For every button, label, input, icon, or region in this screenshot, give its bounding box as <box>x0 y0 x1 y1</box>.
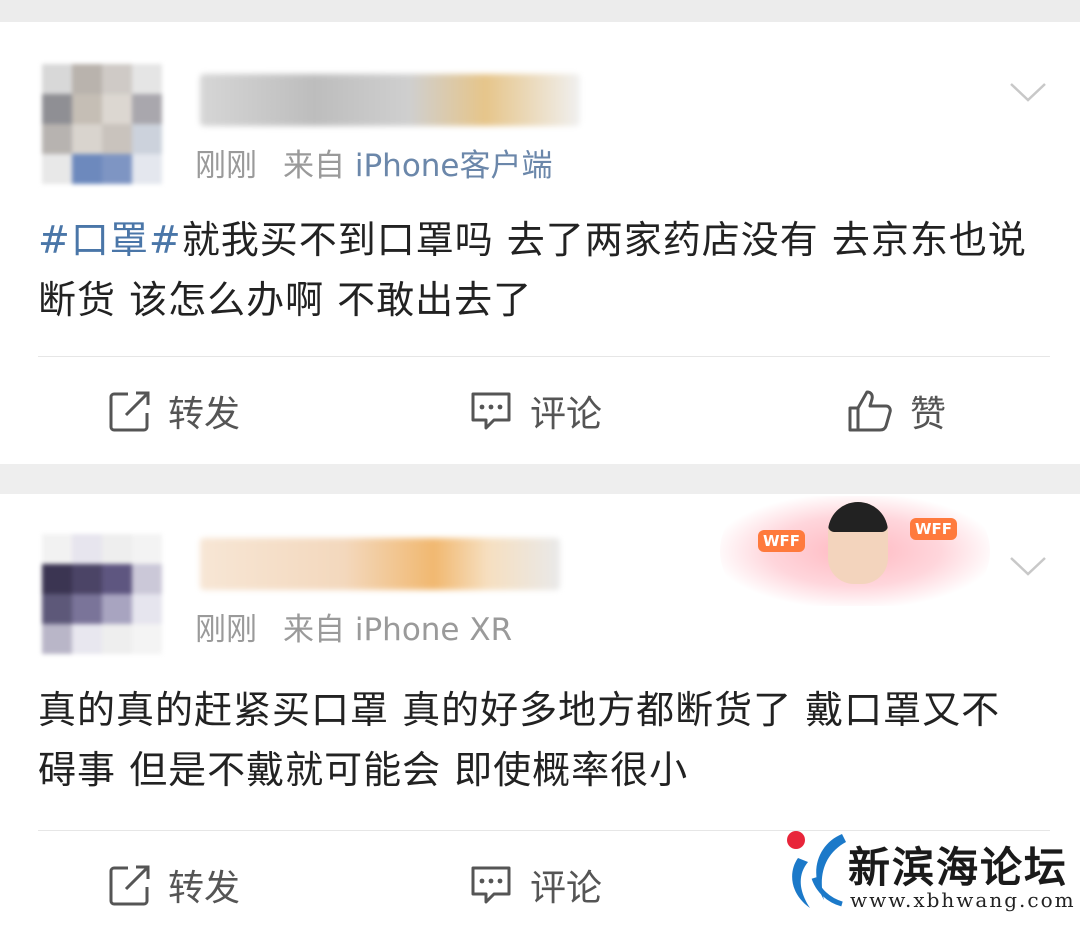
site-watermark: 新滨海论坛 www.xbhwang.com <box>784 828 1074 928</box>
repost-icon <box>109 391 150 432</box>
badge-text: WFF <box>910 518 958 540</box>
source-device: iPhone XR <box>354 612 513 648</box>
post-card[interactable]: 刚刚 来自 iPhone客户端 #口罩#就我买不到口罩吗 去了两家药店没有 去京东… <box>0 22 1080 464</box>
chevron-down-icon[interactable] <box>1008 80 1048 104</box>
post-time: 刚刚 <box>195 148 257 184</box>
hashtag-link[interactable]: #口罩# <box>38 218 182 262</box>
post-content: #口罩#就我买不到口罩吗 去了两家药店没有 去京东也说断货 该怎么办啊 不敢出去… <box>38 210 1038 330</box>
top-separator <box>0 0 1080 22</box>
divider <box>38 356 1050 357</box>
badge-portrait <box>828 502 888 584</box>
post-text: 真的真的赶紧买口罩 真的好多地方都断货了 戴口罩又不碍事 但是不戴就可能会 即使… <box>38 688 1001 792</box>
repost-button[interactable]: 转发 <box>108 850 240 920</box>
source-device-link[interactable]: iPhone客户端 <box>355 148 553 184</box>
like-label: 赞 <box>910 394 947 435</box>
repost-label: 转发 <box>168 868 241 909</box>
action-bar: 转发 评论 赞 <box>0 376 1080 446</box>
avatar[interactable] <box>42 64 162 184</box>
repost-icon <box>109 865 150 906</box>
comment-icon <box>471 866 511 904</box>
watermark-url: www.xbhwang.com <box>850 888 1076 912</box>
thumbs-up-icon <box>848 390 892 432</box>
comment-button[interactable]: 评论 <box>468 850 602 920</box>
username-blurred[interactable] <box>200 538 560 590</box>
source-prefix: 来自 <box>283 612 345 648</box>
username-blurred[interactable] <box>200 74 580 126</box>
comment-label: 评论 <box>530 394 603 435</box>
post-meta: 刚刚 来自 iPhone XR <box>195 604 512 649</box>
post-content: 真的真的赶紧买口罩 真的好多地方都断货了 戴口罩又不碍事 但是不戴就可能会 即使… <box>38 680 1038 800</box>
repost-label: 转发 <box>168 394 241 435</box>
post-text: 就我买不到口罩吗 去了两家药店没有 去京东也说断货 该怎么办啊 不敢出去了 <box>38 218 1027 322</box>
badge-text: WFF <box>758 530 806 552</box>
forum-logo-icon <box>787 831 846 908</box>
like-button[interactable]: 赞 <box>846 376 946 446</box>
source-prefix: 来自 <box>283 148 345 184</box>
chevron-down-icon[interactable] <box>1008 554 1048 578</box>
comment-label: 评论 <box>530 868 603 909</box>
post-time: 刚刚 <box>195 612 257 648</box>
fan-badge[interactable]: WFF WFF <box>720 496 990 606</box>
watermark-title: 新滨海论坛 <box>848 843 1069 892</box>
avatar[interactable] <box>42 534 162 654</box>
comment-button[interactable]: 评论 <box>468 376 602 446</box>
repost-button[interactable]: 转发 <box>108 376 240 446</box>
post-meta: 刚刚 来自 iPhone客户端 <box>195 140 553 185</box>
comment-icon <box>471 392 511 430</box>
